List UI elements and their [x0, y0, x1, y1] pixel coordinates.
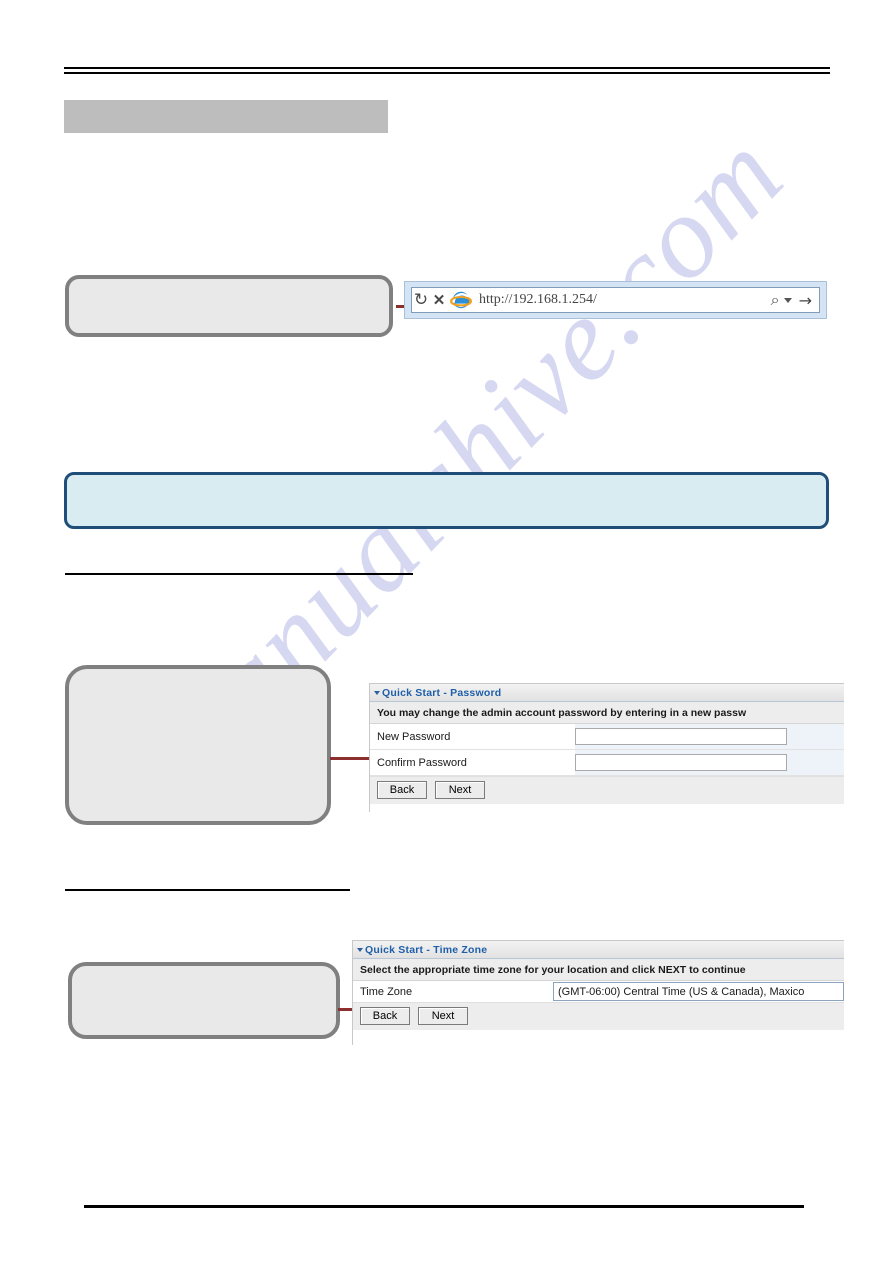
timezone-select[interactable]: (GMT-06:00) Central Time (US & Canada), … [553, 982, 844, 1001]
refresh-icon[interactable]: ↻ [412, 289, 430, 311]
address-bar-input-container[interactable]: ↻ ✕ http://192.168.1.254/ ⌕ → [411, 287, 820, 313]
password-panel-header: Quick Start - Password [370, 684, 844, 702]
table-row: New Password [370, 724, 844, 750]
timezone-panel-description: Select the appropriate time zone for you… [353, 959, 844, 981]
timezone-panel-header: Quick Start - Time Zone [353, 941, 844, 959]
table-row: Confirm Password [370, 750, 844, 776]
page-watermark: manualshive.com [0, 0, 893, 1263]
collapse-triangle-icon[interactable] [374, 690, 380, 695]
info-note-box [64, 472, 829, 529]
stop-icon[interactable]: ✕ [430, 289, 448, 311]
quick-start-password-panel: Quick Start - Password You may change th… [369, 683, 844, 812]
password-back-button[interactable]: Back [377, 781, 427, 799]
timezone-field-cell: (GMT-06:00) Central Time (US & Canada), … [553, 982, 844, 1001]
timezone-panel-title: Quick Start - Time Zone [365, 943, 488, 956]
section-separator-2 [65, 889, 350, 891]
go-arrow-icon[interactable]: → [799, 291, 819, 310]
callout-box-password [65, 665, 331, 825]
new-password-field-cell [575, 724, 844, 749]
password-panel-footer: Back Next [370, 776, 844, 804]
section-title-banner [64, 100, 388, 133]
password-next-button[interactable]: Next [435, 781, 485, 799]
timezone-label: Time Zone [360, 985, 413, 998]
internet-explorer-icon [450, 289, 472, 311]
confirm-password-input[interactable] [575, 754, 787, 771]
address-bar-url[interactable]: http://192.168.1.254/ [475, 292, 770, 308]
browser-address-bar: ↻ ✕ http://192.168.1.254/ ⌕ → [404, 281, 827, 319]
chevron-down-icon[interactable] [783, 297, 792, 303]
page-header-rule [64, 67, 830, 74]
table-row: Time Zone (GMT-06:00) Central Time (US &… [353, 981, 844, 1002]
section-separator-1 [65, 573, 413, 575]
password-panel-title: Quick Start - Password [382, 686, 502, 699]
search-icon[interactable]: ⌕ [770, 290, 781, 310]
timezone-panel-footer: Back Next [353, 1002, 844, 1030]
callout-box-address-bar [65, 275, 393, 337]
confirm-password-field-cell [575, 750, 844, 775]
password-panel-description: You may change the admin account passwor… [370, 702, 844, 724]
new-password-label: New Password [377, 730, 451, 743]
page-footer-rule [84, 1205, 804, 1208]
new-password-input[interactable] [575, 728, 787, 745]
quick-start-timezone-panel: Quick Start - Time Zone Select the appro… [352, 940, 844, 1045]
confirm-password-label: Confirm Password [377, 756, 467, 769]
collapse-triangle-icon[interactable] [357, 947, 363, 952]
timezone-back-button[interactable]: Back [360, 1007, 410, 1025]
timezone-next-button[interactable]: Next [418, 1007, 468, 1025]
callout-box-timezone [68, 962, 340, 1039]
